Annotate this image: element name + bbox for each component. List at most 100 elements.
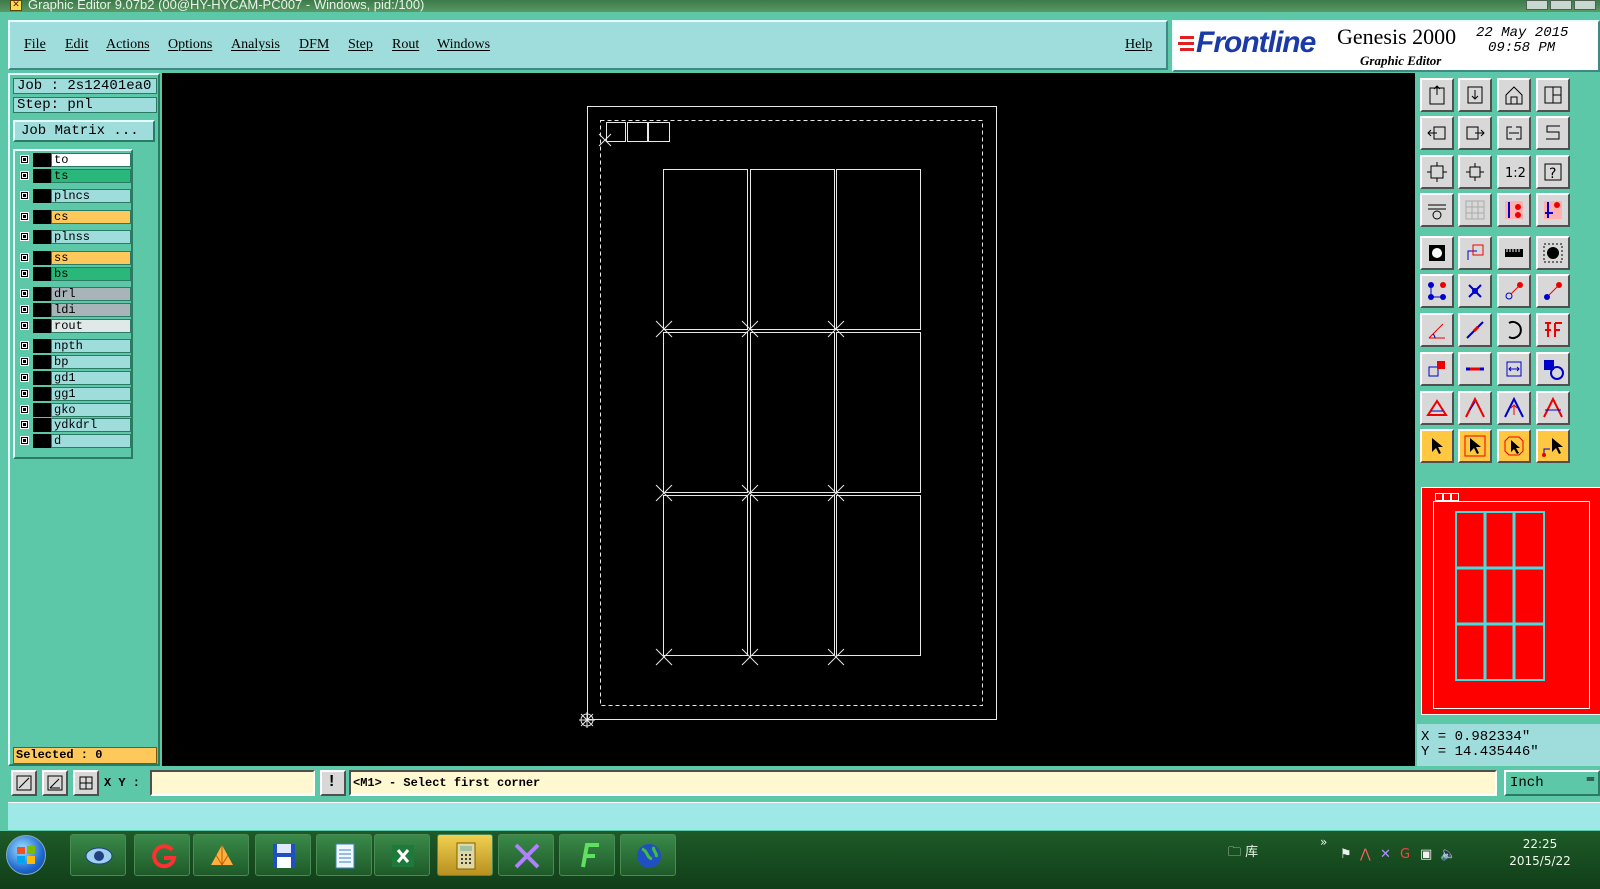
select-pick-tool-button[interactable]	[1458, 429, 1492, 463]
pan-right-tool-button[interactable]	[1458, 116, 1492, 150]
layer-row-plnss[interactable]: plnss	[17, 230, 131, 244]
taskbar-button-x-app[interactable]	[498, 834, 554, 876]
flag-icon[interactable]: ⚑	[1340, 847, 1352, 862]
library-toolbar[interactable]: 🗀 库	[1228, 841, 1258, 865]
layer-checkbox[interactable]	[20, 341, 29, 350]
system-clock[interactable]: 22:25 2015/5/22	[1490, 836, 1590, 870]
layer-checkbox[interactable]	[20, 436, 29, 445]
tray-x-icon[interactable]: ✕	[1380, 847, 1391, 862]
taskbar-button-floppy-save[interactable]	[255, 834, 311, 876]
layer-row-ydkdrl[interactable]: ydkdrl	[17, 418, 131, 432]
feature-align-tool-button[interactable]	[1536, 313, 1570, 347]
zoom-home-tool-button[interactable]	[1458, 155, 1492, 189]
select-route-tool-button[interactable]	[1536, 429, 1570, 463]
layer-checkbox[interactable]	[20, 373, 29, 382]
layer-checkbox[interactable]	[20, 289, 29, 298]
layer-row-npth[interactable]: npth	[17, 339, 131, 353]
close-button[interactable]	[1574, 0, 1596, 10]
taskbar-button-excel[interactable]	[374, 834, 430, 876]
layer-row-bp[interactable]: bp	[17, 355, 131, 369]
layer-row-ldi[interactable]: ldi	[17, 303, 131, 317]
layer-row-bs[interactable]: bs	[17, 267, 131, 281]
minimize-button[interactable]	[1526, 0, 1548, 10]
start-button[interactable]	[6, 835, 46, 875]
move-point-tool-button[interactable]	[1497, 274, 1531, 308]
layer-checkbox[interactable]	[20, 191, 29, 200]
layer-checkbox[interactable]	[20, 321, 29, 330]
home-tool-button[interactable]	[1497, 78, 1531, 112]
taskbar-button-notepad[interactable]	[316, 834, 372, 876]
taskbar-button-eye-app[interactable]	[70, 834, 126, 876]
layer-row-drl[interactable]: drl	[17, 287, 131, 301]
layer-row-d[interactable]: d	[17, 434, 131, 448]
menu-dfm[interactable]: DFM	[299, 37, 329, 53]
layer-row-plncs[interactable]: plncs	[17, 189, 131, 203]
mirror-tool-button[interactable]	[1497, 116, 1531, 150]
snap-mode-button[interactable]	[11, 770, 37, 796]
menu-windows[interactable]: Windows	[437, 37, 490, 53]
layer-row-gd1[interactable]: gd1	[17, 371, 131, 385]
pad-tool-button[interactable]	[1536, 236, 1570, 270]
job-matrix-button[interactable]: Job Matrix ...	[13, 120, 155, 142]
menu-actions[interactable]: Actions	[106, 37, 150, 53]
volume-icon[interactable]: 🔈	[1440, 847, 1456, 862]
select-zone-tool-button[interactable]	[1497, 429, 1531, 463]
grid-toggle-tool-button[interactable]	[1458, 193, 1492, 227]
taskbar-button-g-app[interactable]	[134, 834, 190, 876]
edit-line-tool-button[interactable]	[1458, 313, 1492, 347]
menu-step[interactable]: Step	[348, 37, 373, 53]
layer-checkbox[interactable]	[20, 269, 29, 278]
open-step-tool-button[interactable]	[1420, 78, 1454, 112]
angle-tool-button[interactable]	[1420, 313, 1454, 347]
window-split-tool-button[interactable]	[1536, 78, 1570, 112]
layer-checkbox[interactable]	[20, 232, 29, 241]
maximize-button[interactable]	[1550, 0, 1572, 10]
layer-checkbox[interactable]	[20, 389, 29, 398]
copy-feature-tool-button[interactable]	[1420, 352, 1454, 386]
scale-1-2-tool-button[interactable]: 1:2	[1497, 155, 1531, 189]
network-icon[interactable]: ▣	[1420, 847, 1432, 862]
layer-row-ss[interactable]: ss	[17, 251, 131, 265]
save-tool-button[interactable]	[1458, 78, 1492, 112]
units-selector[interactable]: Inch ═	[1504, 770, 1600, 796]
grid-mode-button[interactable]	[73, 770, 99, 796]
layer-row-ts[interactable]: ts	[17, 169, 131, 183]
pan-left-tool-button[interactable]	[1420, 116, 1454, 150]
xy-input[interactable]	[150, 770, 315, 796]
help-query-tool-button[interactable]: ?	[1536, 155, 1570, 189]
layer-checkbox[interactable]	[20, 405, 29, 414]
layer-checkbox[interactable]	[20, 155, 29, 164]
layer-checkbox[interactable]	[20, 357, 29, 366]
graphics-canvas[interactable]	[162, 73, 1415, 766]
select-arrow-tool-button[interactable]	[1420, 429, 1454, 463]
layer-checkbox[interactable]	[20, 253, 29, 262]
measure-mode-button[interactable]	[42, 770, 68, 796]
taskbar-button-calculator[interactable]	[437, 834, 493, 876]
taskbar-button-f-app[interactable]	[559, 834, 615, 876]
peak-tool-button[interactable]	[1458, 391, 1492, 425]
layer-checkbox[interactable]	[20, 171, 29, 180]
snapshot-tool-button[interactable]	[1420, 236, 1454, 270]
zoom-fit-tool-button[interactable]	[1420, 155, 1454, 189]
pattern-tool-button[interactable]	[1536, 352, 1570, 386]
tray-g-icon[interactable]: G	[1400, 847, 1410, 862]
snake-tool-button[interactable]	[1536, 116, 1570, 150]
tray-expand-icon[interactable]: »	[1320, 835, 1327, 849]
layer-row-cs[interactable]: cs	[17, 210, 131, 224]
tray-app-icon-1[interactable]: ⋀	[1360, 847, 1371, 862]
layer-row-to[interactable]: to	[17, 153, 131, 167]
layer-checkbox[interactable]	[20, 305, 29, 314]
add-point-tool-button[interactable]	[1536, 274, 1570, 308]
layer-checkbox[interactable]	[20, 212, 29, 221]
layer-checkbox[interactable]	[20, 420, 29, 429]
layer-compare-2-tool-button[interactable]	[1536, 193, 1570, 227]
connect-nodes-tool-button[interactable]	[1420, 274, 1454, 308]
peak-cross-tool-button[interactable]	[1536, 391, 1570, 425]
layer-row-gg1[interactable]: gg1	[17, 387, 131, 401]
menu-options[interactable]: Options	[168, 37, 212, 53]
delete-point-tool-button[interactable]	[1458, 274, 1492, 308]
measure-box-tool-button[interactable]	[1497, 352, 1531, 386]
menu-file[interactable]: File	[24, 37, 46, 53]
filter-tool-button[interactable]	[1420, 193, 1454, 227]
overview-map[interactable]	[1421, 487, 1600, 715]
